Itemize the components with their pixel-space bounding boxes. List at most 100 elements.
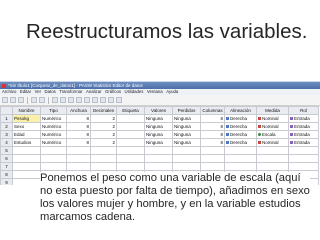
cell-etiqueta[interactable] [116, 122, 145, 131]
cell-valores[interactable]: Ninguna [144, 122, 173, 131]
menu-transformar[interactable]: Transformar [59, 89, 82, 94]
column-header-tipo[interactable]: Tipo [40, 106, 67, 115]
redo-icon[interactable] [39, 97, 45, 103]
window-title: *Sin título1 [Conjunto_de_datos1] - PASW… [8, 83, 143, 88]
column-header-rol[interactable]: Rol [288, 106, 319, 115]
align-right-icon [226, 116, 229, 120]
row-number[interactable]: 5 [0, 146, 13, 155]
insert-variable-icon[interactable] [84, 97, 90, 103]
cell-medida[interactable]: Escala [256, 130, 289, 139]
nominal-icon [258, 140, 261, 144]
column-header-decimales[interactable]: Decimales [90, 106, 117, 115]
cell-rol[interactable]: Entrada [288, 130, 319, 139]
menu-ventana[interactable]: Ventana [147, 89, 163, 94]
cell-perdidos[interactable]: Ninguna [172, 114, 201, 123]
cell-etiqueta[interactable] [116, 114, 145, 123]
row-number[interactable]: 4 [0, 138, 13, 147]
column-header-alineacion[interactable]: Alineación [224, 106, 257, 115]
find-icon[interactable] [68, 97, 74, 103]
row-number[interactable]: 8 [0, 170, 13, 179]
row-number[interactable]: 9 [0, 178, 13, 185]
cell-columnas[interactable]: 8 [200, 114, 225, 123]
cell-medida[interactable]: Nominal [256, 138, 289, 147]
cell-decimales[interactable]: 2 [90, 114, 117, 123]
menu-archivo[interactable]: Archivo [2, 89, 16, 94]
cell-medida[interactable]: Nominal [256, 122, 289, 131]
undo-icon[interactable] [31, 97, 37, 103]
row-number[interactable]: 3 [0, 130, 13, 139]
split-file-icon[interactable] [92, 97, 98, 103]
cell-alineacion[interactable]: Derecha [224, 122, 257, 131]
window-titlebar: *Sin título1 [Conjunto_de_datos1] - PASW… [0, 82, 320, 89]
cell-anchura[interactable]: 8 [66, 122, 91, 131]
cell-rol[interactable]: Entrada [288, 122, 319, 131]
open-file-icon[interactable] [2, 97, 8, 103]
cell-alineacion[interactable]: Derecha [224, 114, 257, 123]
weight-cases-icon[interactable] [100, 97, 106, 103]
menu-analizar[interactable]: Analizar [86, 89, 102, 94]
cell-decimales[interactable]: 2 [90, 122, 117, 131]
menu-datos[interactable]: Datos [45, 89, 56, 94]
row-number[interactable]: 1 [0, 114, 13, 123]
cell-alineacion[interactable]: Derecha [224, 130, 257, 139]
save-icon[interactable] [10, 97, 16, 103]
cell-tipo[interactable]: Numérico [40, 138, 67, 147]
grid-header-row: Nombre Tipo Anchura Decimales Etiqueta V… [0, 106, 319, 115]
cell-valores[interactable]: Ninguna [144, 138, 173, 147]
cell-rol[interactable]: Entrada [288, 138, 319, 147]
slide-caption: Ponemos el peso como una variable de esc… [40, 172, 310, 224]
cell-anchura[interactable]: 8 [66, 114, 91, 123]
cell-etiqueta[interactable] [116, 130, 145, 139]
cell-decimales[interactable]: 2 [90, 138, 117, 147]
cell-etiqueta[interactable] [116, 138, 145, 147]
cell-alineacion[interactable]: Derecha [224, 138, 257, 147]
select-cases-icon[interactable] [108, 97, 114, 103]
column-header-medida[interactable]: Medida [256, 106, 289, 115]
value-labels-icon[interactable] [116, 97, 122, 103]
insert-case-icon[interactable] [76, 97, 82, 103]
rol-value: Entrada [294, 115, 310, 121]
row-number[interactable]: 6 [0, 154, 13, 163]
cell-columnas[interactable]: 8 [200, 122, 225, 131]
column-header-valores[interactable]: Valores [144, 106, 173, 115]
table-row: 3 Edad Numérico 8 2 Ninguna Ninguna 8 De… [0, 130, 319, 139]
cell-perdidos[interactable]: Ninguna [172, 130, 201, 139]
cell-perdidos[interactable]: Ninguna [172, 138, 201, 147]
cell-tipo[interactable]: Numérico [40, 130, 67, 139]
column-header-perdidos[interactable]: Perdidos [172, 106, 201, 115]
cell-nombre[interactable]: Sexo [12, 122, 41, 131]
menu-editar[interactable]: Editar [20, 89, 31, 94]
cell-valores[interactable]: Ninguna [144, 130, 173, 139]
slide-title: Reestructuramos las variables. [26, 20, 308, 43]
row-number[interactable]: 7 [0, 162, 13, 171]
cell-medida[interactable]: Nominal [256, 114, 289, 123]
column-header-etiqueta[interactable]: Etiqueta [116, 106, 145, 115]
menu-ver[interactable]: Ver [35, 89, 41, 94]
menu-graficos[interactable]: Gráficos [105, 89, 121, 94]
empty-row: 6 [0, 154, 319, 163]
cell-columnas[interactable]: 8 [200, 130, 225, 139]
row-number[interactable]: 2 [0, 122, 13, 131]
cell-anchura[interactable]: 8 [66, 138, 91, 147]
cell-tipo[interactable]: Numérico [40, 122, 67, 131]
cell-nombre[interactable]: Edad [12, 130, 41, 139]
goto-case-icon[interactable] [52, 97, 58, 103]
column-header-anchura[interactable]: Anchura [66, 106, 91, 115]
column-header-nombre[interactable]: Nombre [12, 106, 41, 115]
cell-columnas[interactable]: 8 [200, 138, 225, 147]
corner-cell[interactable] [0, 106, 13, 115]
column-header-columnas[interactable]: Columnas [200, 106, 225, 115]
print-icon[interactable] [18, 97, 24, 103]
menu-ayuda[interactable]: Ayuda [166, 89, 178, 94]
cell-valores[interactable]: Ninguna [144, 114, 173, 123]
cell-nombre[interactable]: Pesokg [12, 114, 41, 123]
cell-tipo[interactable]: Numérico [40, 114, 67, 123]
cell-decimales[interactable]: 2 [90, 130, 117, 139]
cell-anchura[interactable]: 8 [66, 130, 91, 139]
cell-nombre[interactable]: Estudios [12, 138, 41, 147]
cell-perdidos[interactable]: Ninguna [172, 122, 201, 131]
cell-rol[interactable]: Entrada [288, 114, 319, 123]
alineacion-value: Derecha [230, 139, 248, 145]
variables-icon[interactable] [60, 97, 66, 103]
menu-utilidades[interactable]: Utilidades [125, 89, 144, 94]
